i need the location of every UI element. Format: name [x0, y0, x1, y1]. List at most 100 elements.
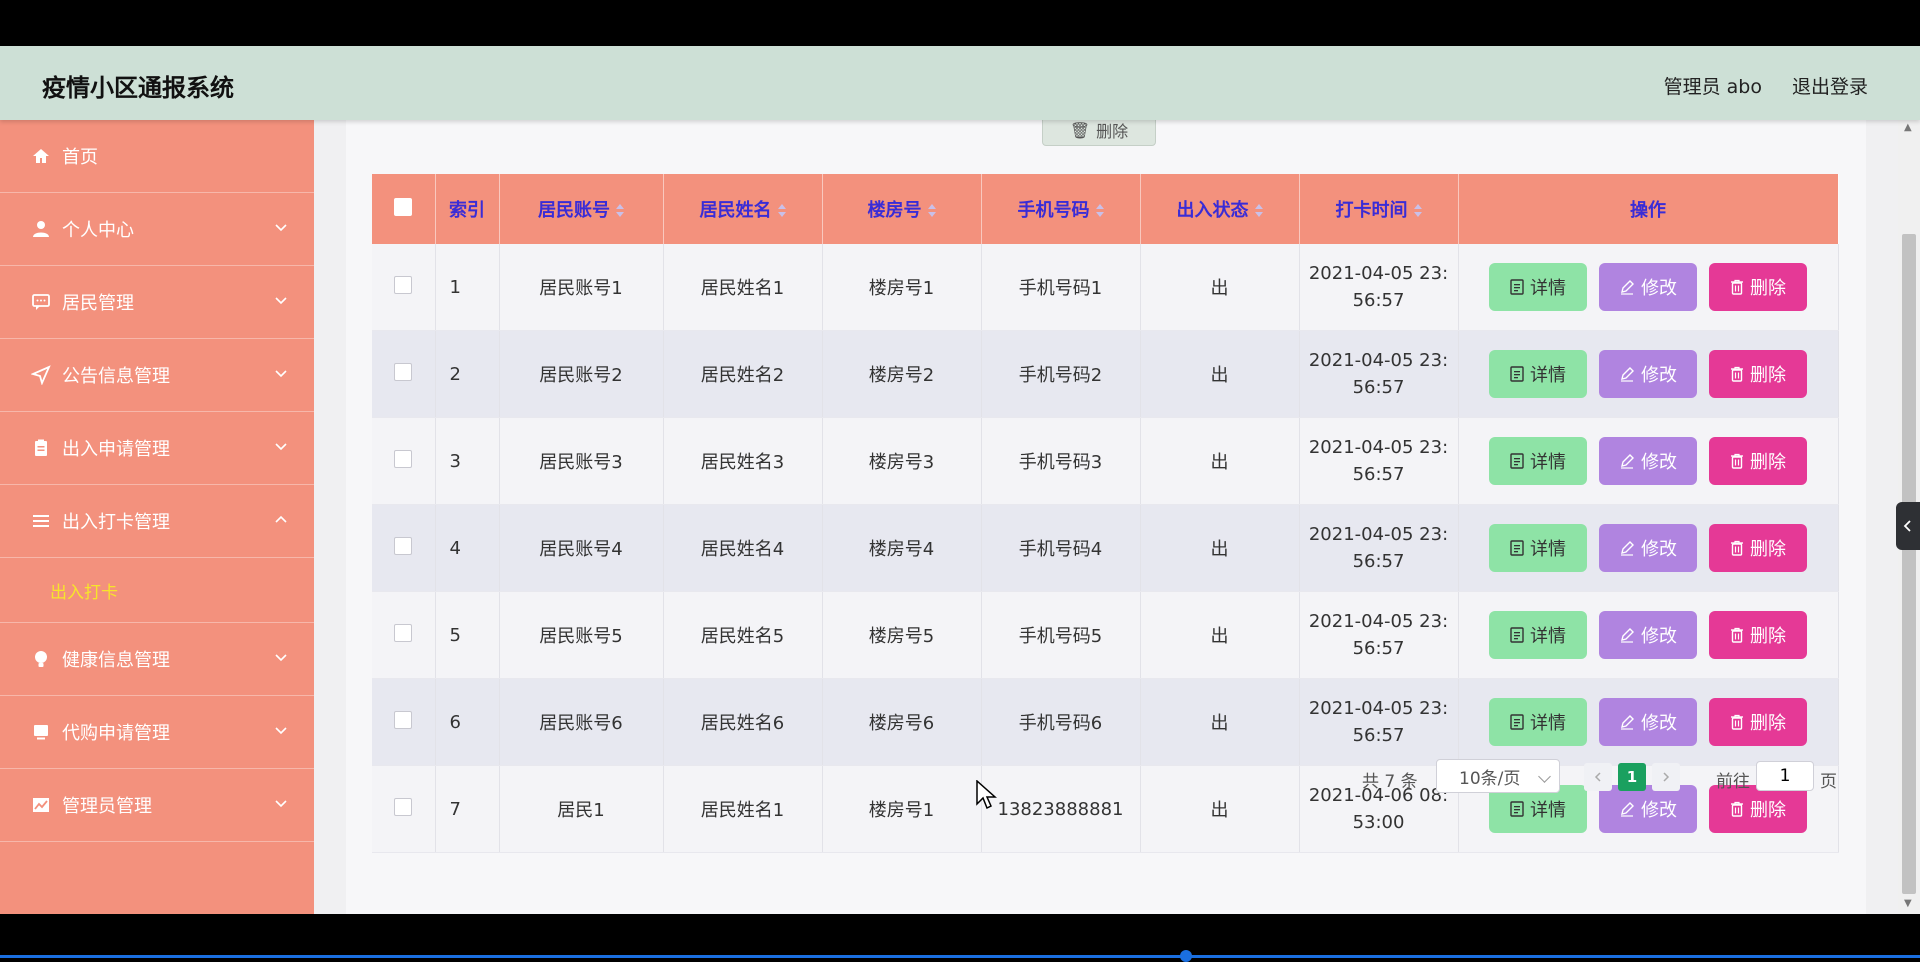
column-header-status[interactable]: 出入状态: [1140, 174, 1300, 244]
select-all-cell: [372, 174, 436, 244]
cell-phone: 手机号码6: [981, 678, 1141, 766]
edit-button[interactable]: 修改: [1599, 437, 1697, 485]
send-icon: [30, 364, 52, 386]
page-number-current[interactable]: 1: [1618, 763, 1646, 791]
column-header-name[interactable]: 居民姓名: [663, 174, 823, 244]
cell-time: 2021-04-05 23: 56:57: [1299, 678, 1459, 766]
column-header-building[interactable]: 楼房号: [822, 174, 982, 244]
cell-index: 5: [435, 591, 500, 679]
sort-icon[interactable]: [1095, 204, 1104, 218]
submenu-item-checkin[interactable]: 出入打卡: [0, 558, 314, 623]
column-header-actions: 操作: [1458, 174, 1839, 244]
cell-name: 居民姓名6: [663, 678, 823, 766]
column-header-index: 索引: [435, 174, 500, 244]
row-checkbox[interactable]: [394, 536, 413, 555]
cell-name: 居民姓名5: [663, 591, 823, 679]
column-header-phone[interactable]: 手机号码: [981, 174, 1141, 244]
cell-time: 2021-04-05 23: 56:57: [1299, 504, 1459, 592]
chevron-right-icon: [1663, 772, 1670, 782]
document-icon: [1510, 714, 1524, 730]
detail-button[interactable]: 详情: [1489, 263, 1587, 311]
sort-icon[interactable]: [1413, 204, 1422, 218]
detail-button[interactable]: 详情: [1489, 350, 1587, 398]
monitor-icon: [30, 721, 52, 743]
edit-button[interactable]: 修改: [1599, 524, 1697, 572]
row-checkbox[interactable]: [394, 623, 413, 642]
trash-icon: [1731, 714, 1743, 730]
cell-status: 出: [1140, 330, 1300, 418]
detail-button[interactable]: 详情: [1489, 611, 1587, 659]
logout-link[interactable]: 退出登录: [1792, 72, 1868, 99]
sort-icon[interactable]: [616, 204, 624, 218]
edit-button[interactable]: 修改: [1599, 611, 1697, 659]
edit-button[interactable]: 修改: [1599, 350, 1697, 398]
video-progress-knob[interactable]: [1180, 950, 1192, 962]
cell-actions: 详情 修改 删除: [1458, 591, 1839, 679]
row-checkbox[interactable]: [394, 797, 413, 816]
row-select-cell: [372, 330, 436, 418]
row-checkbox[interactable]: [394, 449, 413, 468]
scroll-down-icon[interactable]: ▼: [1904, 898, 1912, 909]
cell-status: 出: [1140, 504, 1300, 592]
sidebar-item-label: 出入申请管理: [62, 439, 170, 460]
sidebar-item-health[interactable]: 健康信息管理: [0, 623, 314, 696]
video-top-bar: [0, 0, 1920, 46]
row-select-cell: [372, 678, 436, 766]
select-all-checkbox[interactable]: [394, 197, 413, 216]
list-icon: [30, 510, 52, 532]
row-checkbox[interactable]: [394, 362, 413, 381]
delete-button[interactable]: 删除: [1709, 524, 1807, 572]
cell-actions: 详情 修改 删除: [1458, 504, 1839, 592]
video-progress-bar[interactable]: [0, 955, 1920, 958]
trash-icon: [1731, 540, 1743, 556]
delete-button[interactable]: 删除: [1709, 611, 1807, 659]
side-panel-toggle[interactable]: [1896, 502, 1920, 550]
scrollbar-thumb[interactable]: [1902, 234, 1916, 894]
main-content: 🗑 删除 索引 居民账号 居民姓名 楼房号 手机号码 出入状态 打卡时间 操作: [346, 114, 1866, 914]
table-row: 6 居民账号6 居民姓名6 楼房号6 手机号码6 出 2021-04-05 23: 56:57…: [372, 678, 1839, 766]
sort-icon[interactable]: [777, 204, 786, 218]
sidebar-item-label: 公告信息管理: [62, 366, 170, 387]
delete-button[interactable]: 删除: [1709, 698, 1807, 746]
sidebar-item-purchase[interactable]: 代购申请管理: [0, 696, 314, 769]
sidebar-item-access-requests[interactable]: 出入申请管理: [0, 412, 314, 485]
next-page-button[interactable]: [1652, 763, 1680, 791]
chevron-left-icon: [1903, 520, 1911, 532]
document-icon: [1510, 540, 1524, 556]
sidebar-item-notices[interactable]: 公告信息管理: [0, 339, 314, 412]
row-checkbox[interactable]: [394, 710, 413, 729]
cell-index: 6: [435, 678, 500, 766]
scroll-up-icon[interactable]: ▲: [1904, 122, 1912, 133]
sidebar-item-residents[interactable]: 居民管理: [0, 266, 314, 339]
page-size-select[interactable]: 10条/页: [1436, 759, 1560, 793]
sidebar-item-home[interactable]: 首页: [0, 120, 314, 193]
cell-phone: 手机号码1: [981, 244, 1141, 331]
prev-page-button[interactable]: [1584, 763, 1612, 791]
row-select-cell: [372, 417, 436, 505]
sidebar-item-checkin[interactable]: 出入打卡管理: [0, 485, 314, 558]
delete-button[interactable]: 删除: [1709, 350, 1807, 398]
column-header-time[interactable]: 打卡时间: [1299, 174, 1459, 244]
delete-button[interactable]: 删除: [1709, 263, 1807, 311]
sidebar-item-profile[interactable]: 个人中心: [0, 193, 314, 266]
column-header-account[interactable]: 居民账号: [499, 174, 664, 244]
chevron-left-icon: [1594, 772, 1601, 782]
detail-button[interactable]: 详情: [1489, 698, 1587, 746]
detail-button[interactable]: 详情: [1489, 437, 1587, 485]
sort-icon[interactable]: [1254, 204, 1263, 218]
detail-button[interactable]: 详情: [1489, 524, 1587, 572]
cell-phone: 手机号码2: [981, 330, 1141, 418]
sidebar-item-admins[interactable]: 管理员管理: [0, 769, 314, 842]
row-select-cell: [372, 244, 436, 331]
cell-building: 楼房号3: [822, 417, 982, 505]
row-checkbox[interactable]: [394, 275, 413, 294]
header-user-area: 管理员 abo 退出登录: [1664, 72, 1868, 99]
goto-page-input[interactable]: [1756, 761, 1814, 791]
delete-button[interactable]: 删除: [1709, 437, 1807, 485]
edit-button[interactable]: 修改: [1599, 698, 1697, 746]
pencil-icon: [1621, 280, 1634, 295]
edit-button[interactable]: 修改: [1599, 263, 1697, 311]
row-select-cell: [372, 591, 436, 679]
cell-status: 出: [1140, 678, 1300, 766]
sort-icon[interactable]: [927, 204, 936, 218]
